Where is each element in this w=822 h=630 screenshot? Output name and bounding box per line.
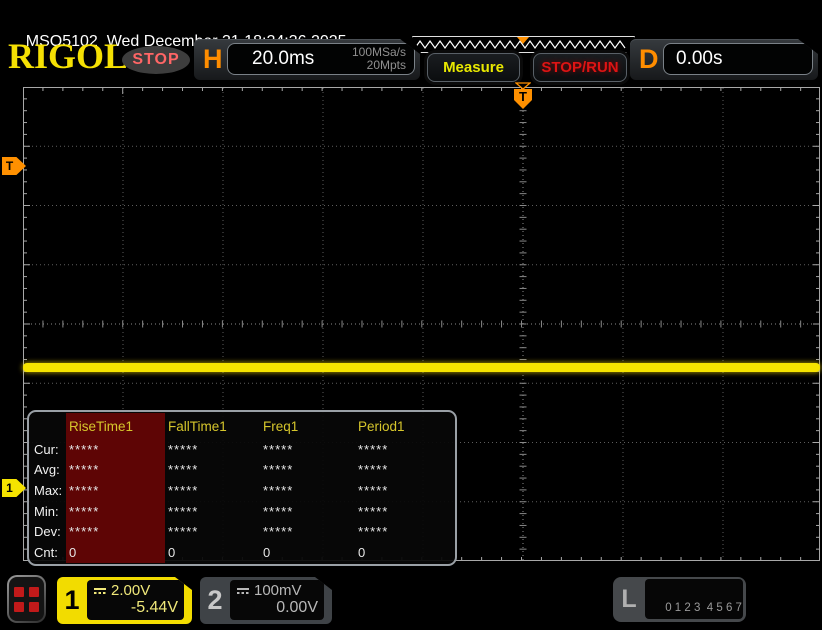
table-cell: 0 bbox=[165, 542, 260, 563]
channel1-offset: -5.44V bbox=[93, 599, 178, 617]
grid-square bbox=[14, 602, 24, 612]
row-label-cnt: Cnt: bbox=[29, 542, 66, 563]
row-label-cur: Cur: bbox=[29, 439, 66, 460]
channel2-offset: 0.00V bbox=[236, 599, 318, 617]
channel1-trace bbox=[23, 363, 820, 372]
table-cell: ***** bbox=[66, 521, 165, 542]
logic-label: L bbox=[613, 577, 645, 622]
column-header-period1[interactable]: Period1 bbox=[355, 413, 451, 439]
table-cell: ***** bbox=[66, 501, 165, 522]
table-cell: ***** bbox=[260, 439, 355, 460]
logic-channels-badge[interactable]: L 0 1 2 3 4 5 6 7 8 9 10 11 12 13 14 15 bbox=[613, 577, 746, 622]
column-header-falltime1[interactable]: FallTime1 bbox=[165, 413, 260, 439]
table-cell: ***** bbox=[355, 460, 451, 481]
table-cell: ***** bbox=[260, 501, 355, 522]
grid-icon bbox=[9, 577, 44, 621]
horizontal-icon: H bbox=[203, 44, 223, 75]
rigol-logo: RIGOL bbox=[8, 38, 123, 74]
table-cell: ***** bbox=[355, 480, 451, 501]
timebase-value: 20.0ms bbox=[252, 48, 314, 70]
row-label-avg: Avg: bbox=[29, 460, 66, 481]
table-cell: ***** bbox=[66, 480, 165, 501]
delay-settings-block[interactable]: D 0.00s bbox=[630, 39, 818, 80]
channel1-badge[interactable]: 1 2.00V -5.44V bbox=[57, 577, 192, 624]
channel2-panel: 100mV 0.00V bbox=[230, 580, 324, 620]
stop-run-button[interactable]: STOP/RUN bbox=[533, 53, 627, 82]
dc-coupling-icon bbox=[236, 587, 250, 595]
table-cell: ***** bbox=[165, 439, 260, 460]
table-cell: ***** bbox=[165, 460, 260, 481]
delay-icon: D bbox=[639, 44, 659, 75]
table-cell: 0 bbox=[66, 542, 165, 563]
row-label-dev: Dev: bbox=[29, 521, 66, 542]
column-header-risetime1[interactable]: RiseTime1 bbox=[66, 413, 165, 439]
table-cell: ***** bbox=[260, 480, 355, 501]
table-cell: ***** bbox=[260, 521, 355, 542]
column-header-freq1[interactable]: Freq1 bbox=[260, 413, 355, 439]
table-cell: ***** bbox=[355, 521, 451, 542]
table-cell: 0 bbox=[260, 542, 355, 563]
title-bar: MSO5102 Wed December 31 18:24:36 2025 bbox=[0, 0, 822, 28]
table-cell: ***** bbox=[66, 439, 165, 460]
grid-square bbox=[29, 587, 39, 597]
delay-value: 0.00s bbox=[676, 48, 722, 70]
row-label-max: Max: bbox=[29, 480, 66, 501]
grid-square bbox=[14, 587, 24, 597]
table-corner bbox=[29, 413, 66, 439]
dc-coupling-icon bbox=[93, 587, 107, 595]
channel2-badge[interactable]: 2 100mV 0.00V bbox=[200, 577, 332, 624]
logic-row1: 0 1 2 3 4 5 6 7 bbox=[665, 602, 742, 614]
table-cell: ***** bbox=[260, 460, 355, 481]
row-label-min: Min: bbox=[29, 501, 66, 522]
measure-button[interactable]: Measure bbox=[427, 53, 520, 82]
sample-rate-memdepth: 100MSa/s 20Mpts bbox=[352, 46, 406, 72]
table-cell: ***** bbox=[355, 439, 451, 460]
horizontal-settings-block[interactable]: H 20.0ms 100MSa/s 20Mpts bbox=[194, 39, 420, 80]
channel1-scale: 2.00V bbox=[111, 582, 150, 599]
memory-depth: 20Mpts bbox=[367, 58, 406, 72]
channel-grid-button[interactable] bbox=[7, 575, 46, 623]
sample-rate: 100MSa/s bbox=[352, 45, 406, 59]
channel2-number: 2 bbox=[200, 577, 230, 624]
grid-square bbox=[29, 602, 39, 612]
horizontal-inner: 20.0ms 100MSa/s 20Mpts bbox=[227, 43, 415, 75]
oscilloscope-screen: MSO5102 Wed December 31 18:24:36 2025 RI… bbox=[0, 0, 822, 630]
overview-position-triangle-icon bbox=[517, 37, 529, 44]
trigger-hollow-triangle-icon bbox=[515, 82, 531, 90]
channel2-scale: 100mV bbox=[254, 582, 302, 599]
delay-inner: 0.00s bbox=[663, 43, 813, 75]
measurement-table[interactable]: RiseTime1 FallTime1 Freq1 Period1 Cur: *… bbox=[27, 410, 457, 566]
channel1-number: 1 bbox=[57, 577, 87, 624]
table-cell: ***** bbox=[165, 501, 260, 522]
table-cell: 0 bbox=[355, 542, 451, 563]
logic-channel-numbers: 0 1 2 3 4 5 6 7 8 9 10 11 12 13 14 15 bbox=[645, 579, 743, 619]
acquisition-status-badge: STOP bbox=[122, 46, 190, 74]
table-cell: ***** bbox=[165, 521, 260, 542]
table-cell: ***** bbox=[355, 501, 451, 522]
channel1-panel: 2.00V -5.44V bbox=[87, 580, 184, 620]
table-cell: ***** bbox=[66, 460, 165, 481]
table-cell: ***** bbox=[165, 480, 260, 501]
